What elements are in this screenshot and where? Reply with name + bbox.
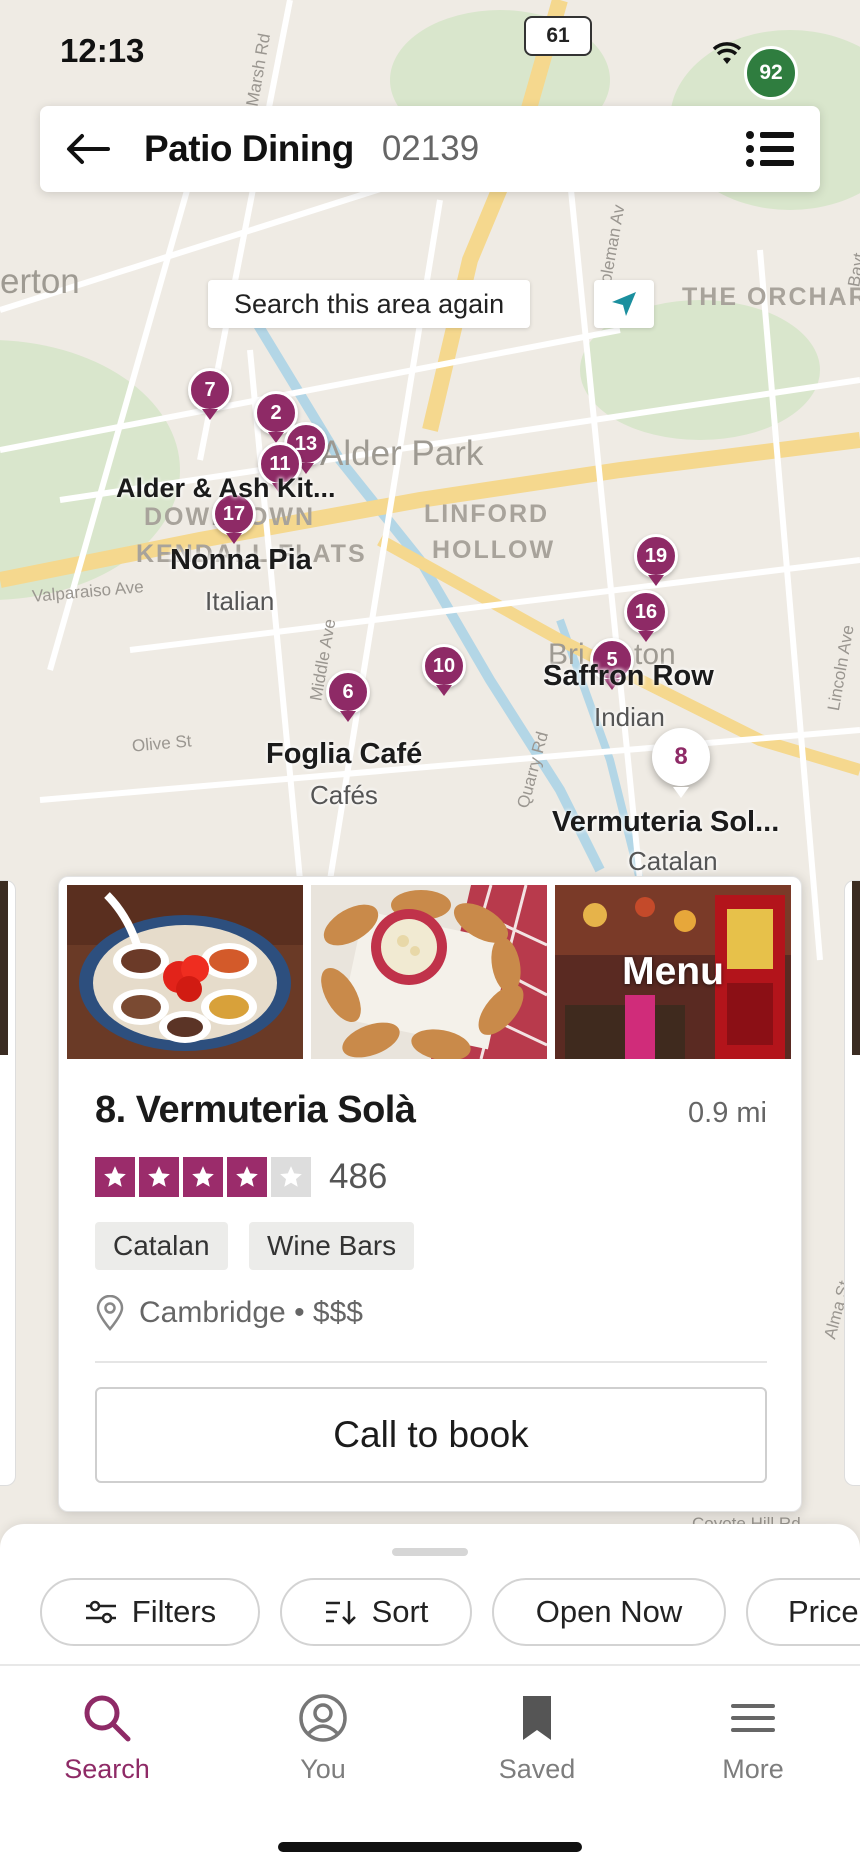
map-restaurant-category: Cafés [310,780,378,810]
location-price: Cambridge • $$$ [139,1296,363,1329]
star-icon [227,1157,267,1197]
current-location-button[interactable] [594,280,654,328]
bookmark-icon [523,1696,551,1740]
restaurant-distance: 0.9 mi [688,1097,767,1129]
call-to-book-button[interactable]: Call to book [95,1387,767,1483]
search-icon [84,1695,131,1742]
map-restaurant-name[interactable]: Nonna Pia [170,544,312,577]
bottom-sheet: Filters Sort Open Now Price Search You S… [0,1524,860,1864]
map-pin[interactable]: 6 [326,670,370,722]
tab-you[interactable]: You [248,1692,398,1785]
divider [0,1664,860,1666]
star-icon [139,1157,179,1197]
map-restaurant-name[interactable]: Vermuteria Sol... [552,806,779,839]
search-area-again-button[interactable]: Search this area again [208,280,531,328]
price-filter[interactable]: Price [746,1578,860,1646]
list-view-button[interactable] [744,123,796,175]
tapas-photo [67,885,303,1059]
location-zip[interactable]: 02139 [382,129,479,169]
star-rating [95,1157,311,1197]
list-icon [746,131,794,167]
sliders-icon [85,1600,116,1624]
map-pin[interactable]: 10 [422,644,466,696]
user-icon [299,1694,347,1742]
tab-more[interactable]: More [678,1692,828,1785]
map-pin-selected[interactable]: 8 [652,728,710,798]
menu-icon [731,1704,775,1732]
map-restaurant-name[interactable]: Saffron Row [543,660,714,693]
map-pin[interactable]: 7 [188,368,232,420]
map-marker-icon [96,1295,124,1331]
restaurant-name[interactable]: 8. Vermuteria Solà [95,1089,416,1132]
map-restaurant-name[interactable]: Alder & Ash Kit... [116,473,336,504]
area-label: THE ORCHAR [682,283,860,311]
wifi-icon [712,42,742,64]
tab-label: Search [64,1754,150,1784]
category-tag: Wine Bars [249,1222,415,1270]
tab-label: Saved [498,1754,576,1784]
category-tag: Catalan [95,1222,228,1270]
open-now-filter[interactable]: Open Now [492,1578,726,1646]
tab-label: More [722,1754,784,1784]
home-indicator[interactable] [278,1842,582,1852]
status-time: 12:13 [60,32,145,69]
star-empty-icon [271,1157,311,1197]
area-label: Alder Park [320,434,484,473]
menu-label: Menu [622,950,724,993]
review-count[interactable]: 486 [329,1157,387,1197]
map-restaurant-category: Indian [594,702,665,732]
tab-label: You [300,1754,346,1784]
next-card-peek[interactable] [844,880,860,1486]
tab-saved[interactable]: Saved [462,1692,612,1785]
map-pin[interactable]: 16 [624,590,668,642]
map-pin[interactable]: 19 [634,534,678,586]
route-shield: 61 [524,16,592,56]
page-title[interactable]: Patio Dining [144,128,354,170]
map-restaurant-name[interactable]: Foglia Café [266,738,422,771]
map-restaurant-category: Catalan [628,846,718,876]
sort-label: Sort [371,1594,429,1629]
previous-card-peek[interactable] [0,880,16,1486]
divider [95,1361,767,1363]
area-label: erton [0,262,80,301]
sort-icon [325,1601,356,1625]
area-label: HOLLOW [432,536,556,564]
star-icon [95,1157,135,1197]
filters-button[interactable]: Filters [40,1578,260,1646]
back-button[interactable] [64,125,112,173]
map-restaurant-category: Italian [205,586,275,616]
filters-label: Filters [131,1594,217,1629]
restaurant-card[interactable]: Menu 8. Vermuteria Solà 0.9 mi 486 Catal… [58,876,802,1512]
battery-indicator: 92 [744,46,798,100]
sort-button[interactable]: Sort [280,1578,472,1646]
empanadas-photo [311,885,547,1059]
location-row: Cambridge • $$$ [95,1295,363,1331]
star-icon [183,1157,223,1197]
restaurant-photo[interactable] [311,885,547,1059]
location-arrow-icon [612,292,636,316]
area-label: LINFORD [424,500,550,528]
menu-photo[interactable]: Menu [555,885,791,1059]
restaurant-photo[interactable] [67,885,303,1059]
back-arrow-icon [67,134,110,164]
search-header: Patio Dining 02139 [40,106,820,192]
tab-search[interactable]: Search [32,1692,182,1785]
sheet-grabber[interactable] [392,1548,468,1556]
